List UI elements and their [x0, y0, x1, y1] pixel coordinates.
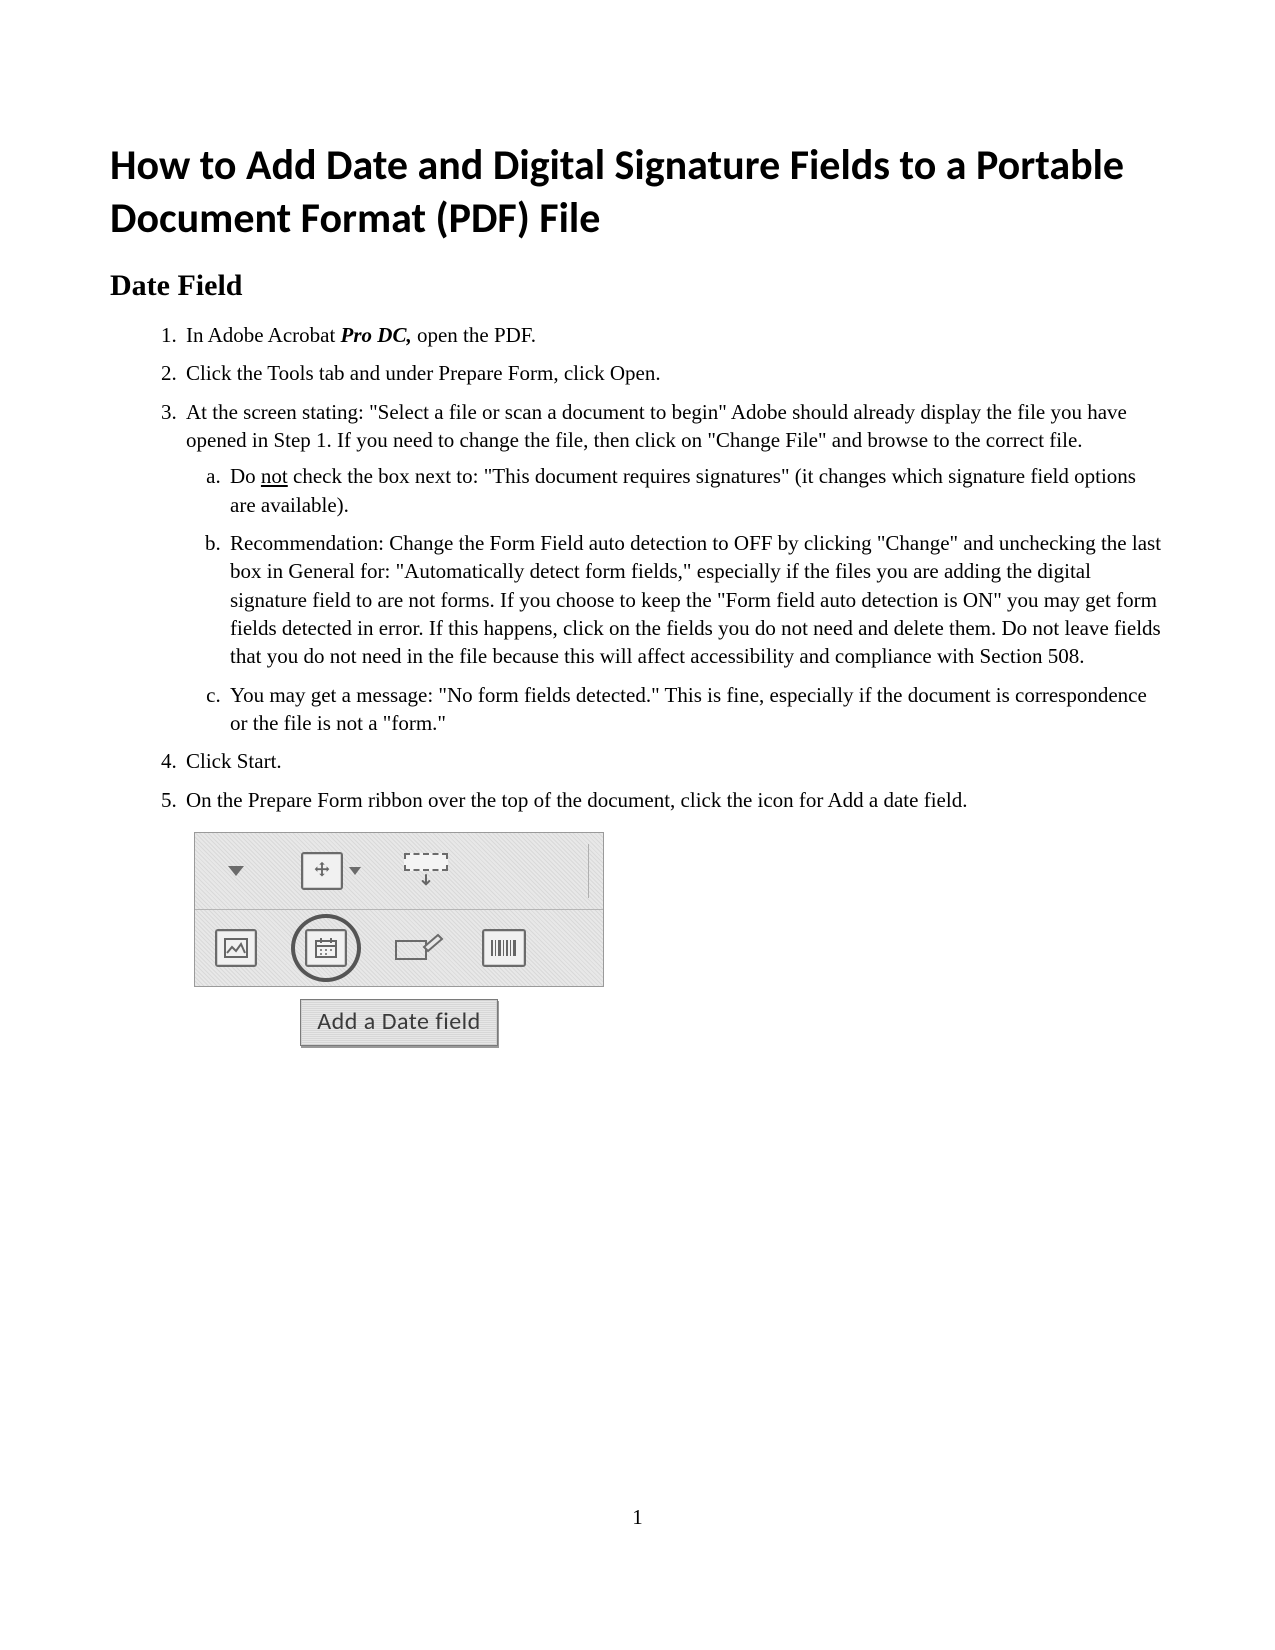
section-heading: Date Field: [110, 269, 1165, 303]
step-4: Click Start.: [182, 747, 1165, 775]
step-3a-post: check the box next to: "This document re…: [230, 464, 1136, 516]
prepare-form-ribbon-figure: Add a Date field: [194, 832, 604, 1045]
step-3b: Recommendation: Change the Form Field au…: [226, 529, 1165, 671]
ribbon-divider: [588, 844, 589, 898]
dropdown-caret-icon: [209, 848, 263, 894]
step-1-product-name: Pro DC,: [341, 323, 412, 347]
step-5: On the Prepare Form ribbon over the top …: [182, 786, 1165, 1046]
ribbon-row-bottom: [195, 909, 603, 986]
step-3c: You may get a message: "No form fields d…: [226, 681, 1165, 738]
signature-field-icon: [389, 925, 449, 971]
page-number: 1: [0, 1505, 1275, 1530]
step-5-text: On the Prepare Form ribbon over the top …: [186, 788, 967, 812]
tooltip-label: Add a Date field: [300, 999, 498, 1045]
steps-list: In Adobe Acrobat Pro DC, open the PDF. C…: [110, 321, 1165, 1046]
step-1-text-post: open the PDF.: [412, 323, 536, 347]
page-title: How to Add Date and Digital Signature Fi…: [110, 140, 1165, 245]
step-3-sublist: Do not check the box next to: "This docu…: [186, 462, 1165, 737]
step-3a-pre: Do: [230, 464, 261, 488]
ribbon-container: [194, 832, 604, 987]
image-field-icon: [209, 925, 263, 971]
step-1: In Adobe Acrobat Pro DC, open the PDF.: [182, 321, 1165, 349]
step-3-text: At the screen stating: "Select a file or…: [186, 400, 1127, 452]
barcode-field-icon: [477, 925, 531, 971]
step-3a: Do not check the box next to: "This docu…: [226, 462, 1165, 519]
text-field-with-arrow-icon: [399, 848, 453, 894]
document-page: How to Add Date and Digital Signature Fi…: [0, 0, 1275, 1650]
date-field-icon-highlighted: [291, 925, 361, 971]
ribbon-row-top: [195, 833, 603, 909]
tooltip-container: Add a Date field: [284, 999, 514, 1045]
step-2: Click the Tools tab and under Prepare Fo…: [182, 359, 1165, 387]
step-3a-not: not: [261, 464, 288, 488]
step-1-text-pre: In Adobe Acrobat: [186, 323, 341, 347]
step-3: At the screen stating: "Select a file or…: [182, 398, 1165, 738]
move-tool-icon: [291, 848, 371, 894]
